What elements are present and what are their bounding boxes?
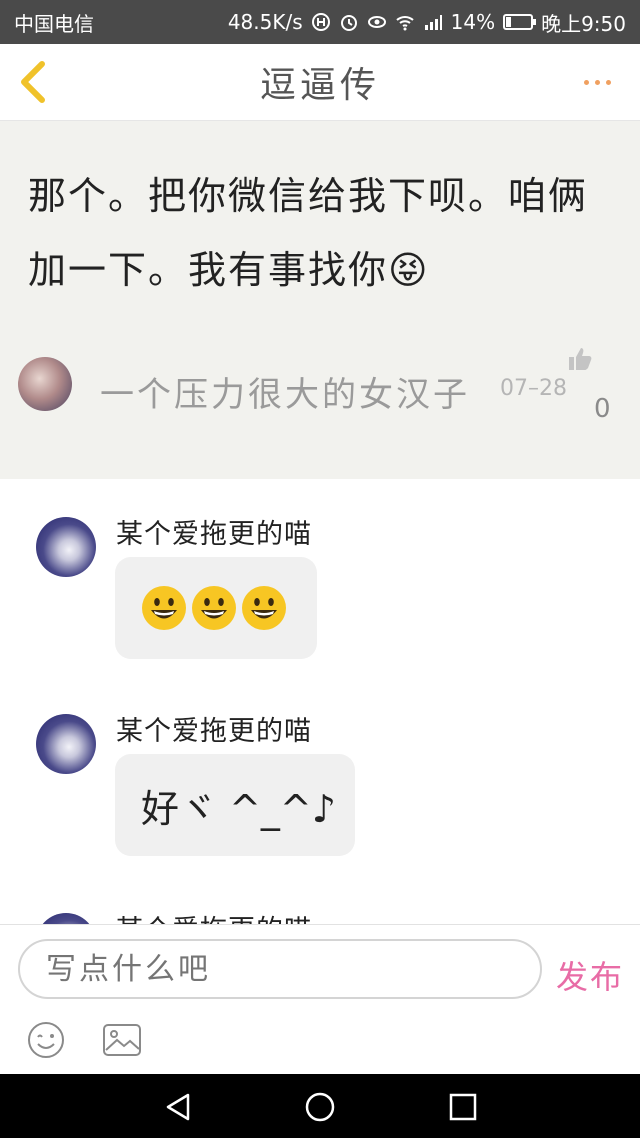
commenter-name[interactable]: 某个爱拖更的喵 xyxy=(116,908,312,924)
home-circle-icon[interactable] xyxy=(304,1091,336,1123)
carrier-label: 中国电信 xyxy=(14,11,94,36)
commenter-name[interactable]: 某个爱拖更的喵 xyxy=(116,709,312,748)
post-date: 07–28 xyxy=(500,376,567,401)
image-icon[interactable] xyxy=(102,1023,142,1057)
commenter-avatar[interactable] xyxy=(36,714,96,774)
status-icons: 48.5K/s 14% 晚上9:50 xyxy=(228,8,626,37)
comment-bubble: 好ヾ ^_^♪ xyxy=(115,754,355,856)
more-dot-icon xyxy=(595,79,600,85)
post-card: 那个。把你微信给我下呗。咱俩加一下。我有事找你😝 一个压力很大的女汉子 07–2… xyxy=(0,121,640,479)
clock: 晚上9:50 xyxy=(541,11,626,36)
data-saver-icon xyxy=(311,12,331,32)
recent-apps-icon[interactable] xyxy=(448,1092,478,1122)
commenter-name[interactable]: 某个爱拖更的喵 xyxy=(116,512,312,551)
like-count: 0 xyxy=(594,394,611,424)
battery-icon xyxy=(503,14,537,30)
page-title: 逗逼传 xyxy=(259,65,380,106)
back-button[interactable] xyxy=(14,58,54,106)
status-bar: 中国电信 48.5K/s 14% 晚上9:50 xyxy=(0,0,640,44)
grinning-emoji-icon xyxy=(242,586,286,630)
more-options-button[interactable] xyxy=(584,74,620,90)
author-avatar[interactable] xyxy=(18,357,72,411)
system-navigation-bar xyxy=(0,1074,640,1138)
commenter-avatar[interactable] xyxy=(36,517,96,577)
cell-signal-icon xyxy=(423,12,443,32)
more-dot-icon xyxy=(606,79,611,85)
eye-icon xyxy=(367,12,387,32)
alarm-icon xyxy=(339,12,359,32)
comment-input[interactable] xyxy=(18,939,542,999)
battery-percent: 14% xyxy=(450,10,496,34)
post-content: 那个。把你微信给我下呗。咱俩加一下。我有事找你😝 xyxy=(28,174,589,292)
publish-button[interactable]: 发布 xyxy=(556,952,624,998)
post-author-name[interactable]: 一个压力很大的女汉子 xyxy=(100,367,470,416)
wifi-icon xyxy=(395,12,415,32)
emoji-icon[interactable] xyxy=(27,1021,65,1059)
back-triangle-icon[interactable] xyxy=(162,1091,194,1123)
comment-input-bar: 发布 xyxy=(0,924,640,1075)
comment-text: 好ヾ ^_^♪ xyxy=(141,786,337,831)
grinning-emoji-icon xyxy=(142,586,186,630)
navigation-bar: 逗逼传 xyxy=(0,44,640,121)
grinning-emoji-icon xyxy=(192,586,236,630)
network-speed: 48.5K/s xyxy=(227,10,303,34)
more-dot-icon xyxy=(584,79,589,85)
chevron-left-icon xyxy=(21,61,45,103)
thumbs-up-icon[interactable] xyxy=(567,346,593,372)
comment-list: 某个爱拖更的喵 某个爱拖更的喵 好ヾ ^_^♪ 某个爱拖更的喵 xyxy=(0,479,640,924)
commenter-avatar[interactable] xyxy=(36,913,96,924)
comment-bubble xyxy=(115,557,317,659)
